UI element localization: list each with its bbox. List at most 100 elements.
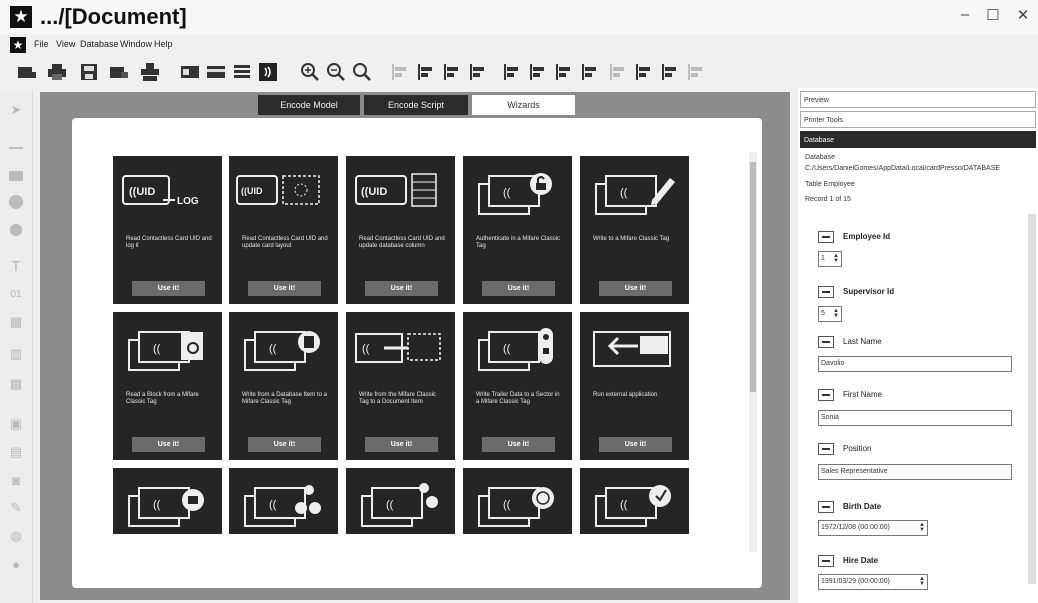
qrcode-icon[interactable]: ▩ bbox=[8, 376, 24, 392]
write-document-icon: (( bbox=[355, 333, 441, 363]
same-width-icon[interactable] bbox=[608, 62, 628, 82]
encode-icon[interactable] bbox=[109, 62, 129, 82]
wizard-description: Run external application bbox=[593, 392, 658, 398]
last-name-input[interactable]: Davolio bbox=[818, 356, 1012, 372]
birth-date-toggle[interactable] bbox=[818, 501, 834, 513]
position-toggle[interactable] bbox=[818, 443, 834, 455]
first-name-input[interactable]: Sonia bbox=[818, 410, 1012, 426]
list-icon[interactable] bbox=[232, 62, 252, 82]
spinner-arrows-icon[interactable]: ▲ ▼ bbox=[833, 253, 839, 264]
use-it-button[interactable]: Use it! bbox=[248, 437, 321, 452]
write-trailer-icon: (( bbox=[478, 328, 553, 371]
distribute-v-icon[interactable] bbox=[580, 62, 600, 82]
image-icon[interactable]: ▣ bbox=[8, 416, 24, 432]
position-input[interactable]: Sales Representative bbox=[818, 464, 1012, 480]
zoom-fit-icon[interactable] bbox=[352, 62, 372, 82]
svg-text:((: (( bbox=[269, 343, 277, 355]
wizard-card-uid-layout: ((UID Read Contactless Card UID and upda… bbox=[229, 156, 338, 304]
card-back-icon[interactable] bbox=[206, 62, 226, 82]
use-it-button[interactable]: Use it! bbox=[599, 281, 672, 296]
menu-help[interactable]: Help bbox=[154, 39, 173, 49]
menu-file[interactable]: File bbox=[34, 39, 49, 49]
close-button[interactable]: ✕ bbox=[1008, 6, 1038, 24]
wizards-scrollbar[interactable] bbox=[749, 152, 757, 552]
align-left-icon[interactable] bbox=[390, 62, 410, 82]
align-bottom-icon[interactable] bbox=[528, 62, 548, 82]
use-it-button[interactable]: Use it! bbox=[132, 281, 205, 296]
save-icon[interactable] bbox=[79, 62, 99, 82]
counter-icon[interactable]: 01 bbox=[8, 286, 24, 302]
align-top-icon[interactable] bbox=[468, 62, 488, 82]
zoom-out-icon[interactable] bbox=[326, 62, 346, 82]
tab-preview[interactable]: Preview bbox=[800, 91, 1036, 108]
shape-icon[interactable]: ● bbox=[8, 556, 24, 572]
menu-window[interactable]: Window bbox=[120, 39, 152, 49]
spinner-arrows-icon[interactable]: ▲ ▼ bbox=[833, 308, 839, 319]
svg-text:((: (( bbox=[269, 499, 277, 511]
employee-id-value: 1 bbox=[821, 255, 825, 262]
rectangle-icon[interactable] bbox=[8, 168, 24, 184]
barcode-icon[interactable]: ▥ bbox=[8, 346, 24, 362]
fingerprint-icon[interactable]: ◍ bbox=[8, 528, 24, 544]
contactless-icon[interactable] bbox=[258, 62, 278, 82]
hire-date-input[interactable]: 1991/03/29 (00:00:00) ▲ ▼ bbox=[818, 574, 928, 590]
spinner-arrows-icon[interactable]: ▲ ▼ bbox=[919, 522, 925, 533]
first-name-toggle[interactable] bbox=[818, 389, 834, 401]
same-size-icon[interactable] bbox=[660, 62, 680, 82]
circle-icon[interactable] bbox=[8, 222, 24, 238]
supervisor-id-spinner[interactable]: 5 ▲ ▼ bbox=[818, 306, 842, 322]
new-card-icon[interactable] bbox=[17, 62, 37, 82]
date-icon[interactable]: ▦ bbox=[8, 314, 24, 330]
printer-tools-icon[interactable] bbox=[140, 62, 160, 82]
employee-id-toggle[interactable] bbox=[818, 231, 834, 243]
use-it-button[interactable]: Use it! bbox=[365, 437, 438, 452]
use-it-button[interactable]: Use it! bbox=[482, 281, 555, 296]
svg-text:((: (( bbox=[386, 499, 394, 511]
menu-database[interactable]: Database bbox=[80, 39, 119, 49]
use-it-button[interactable]: Use it! bbox=[365, 281, 438, 296]
line-icon[interactable] bbox=[8, 140, 24, 156]
menu-star-icon[interactable]: ★ bbox=[10, 37, 26, 53]
fingerprint-tag-icon: (( bbox=[478, 487, 554, 527]
tab-printer-tools[interactable]: Printer Tools bbox=[800, 111, 1036, 128]
picture-icon[interactable]: ▤ bbox=[8, 444, 24, 460]
same-height-icon[interactable] bbox=[634, 62, 654, 82]
tab-encode-script[interactable]: Encode Script bbox=[364, 95, 468, 115]
employee-id-spinner[interactable]: 1 ▲ ▼ bbox=[818, 251, 842, 267]
align-center-icon[interactable] bbox=[416, 62, 436, 82]
wizard-card-uid-db: ((UID Read Contactless Card UID and upda… bbox=[346, 156, 455, 304]
uid-layout-icon: ((UID bbox=[236, 175, 320, 205]
signature-icon[interactable]: ✎ bbox=[8, 500, 24, 516]
use-it-button[interactable]: Use it! bbox=[482, 437, 555, 452]
maximize-button[interactable]: ☐ bbox=[978, 6, 1008, 24]
wizards-scroll-thumb[interactable] bbox=[750, 162, 756, 392]
card-front-icon[interactable] bbox=[180, 62, 200, 82]
use-it-button[interactable]: Use it! bbox=[132, 437, 205, 452]
tab-database[interactable]: Database bbox=[800, 131, 1036, 148]
use-it-button[interactable]: Use it! bbox=[248, 281, 321, 296]
tab-encode-model[interactable]: Encode Model bbox=[258, 95, 360, 115]
tab-wizards[interactable]: Wizards bbox=[472, 95, 575, 115]
last-name-toggle[interactable] bbox=[818, 336, 834, 348]
distribute-h-icon[interactable] bbox=[554, 62, 574, 82]
birth-date-input[interactable]: 1972/12/08 (00:00:00) ▲ ▼ bbox=[818, 520, 928, 536]
zoom-in-icon[interactable] bbox=[300, 62, 320, 82]
align-right-icon[interactable] bbox=[442, 62, 462, 82]
supervisor-id-toggle[interactable] bbox=[818, 286, 834, 298]
hire-date-toggle[interactable] bbox=[818, 555, 834, 567]
position-label: Position bbox=[843, 444, 872, 453]
ellipse-icon[interactable] bbox=[8, 194, 24, 210]
text-icon[interactable]: T bbox=[8, 258, 24, 275]
menu-view[interactable]: View bbox=[56, 39, 75, 49]
spinner-arrows-icon[interactable]: ▲ ▼ bbox=[919, 576, 925, 587]
use-it-button[interactable]: Use it! bbox=[599, 437, 672, 452]
right-panel-scrollbar[interactable] bbox=[1028, 214, 1036, 584]
svg-text:((: (( bbox=[153, 499, 161, 511]
bring-front-icon[interactable] bbox=[686, 62, 706, 82]
camera-icon[interactable]: ◙ bbox=[8, 472, 24, 488]
print-icon[interactable] bbox=[47, 62, 67, 82]
uid-database-icon: ((UID bbox=[355, 173, 437, 207]
align-middle-icon[interactable] bbox=[502, 62, 522, 82]
minimize-button[interactable]: – bbox=[950, 6, 980, 23]
pointer-icon[interactable]: ➤ bbox=[8, 102, 24, 118]
